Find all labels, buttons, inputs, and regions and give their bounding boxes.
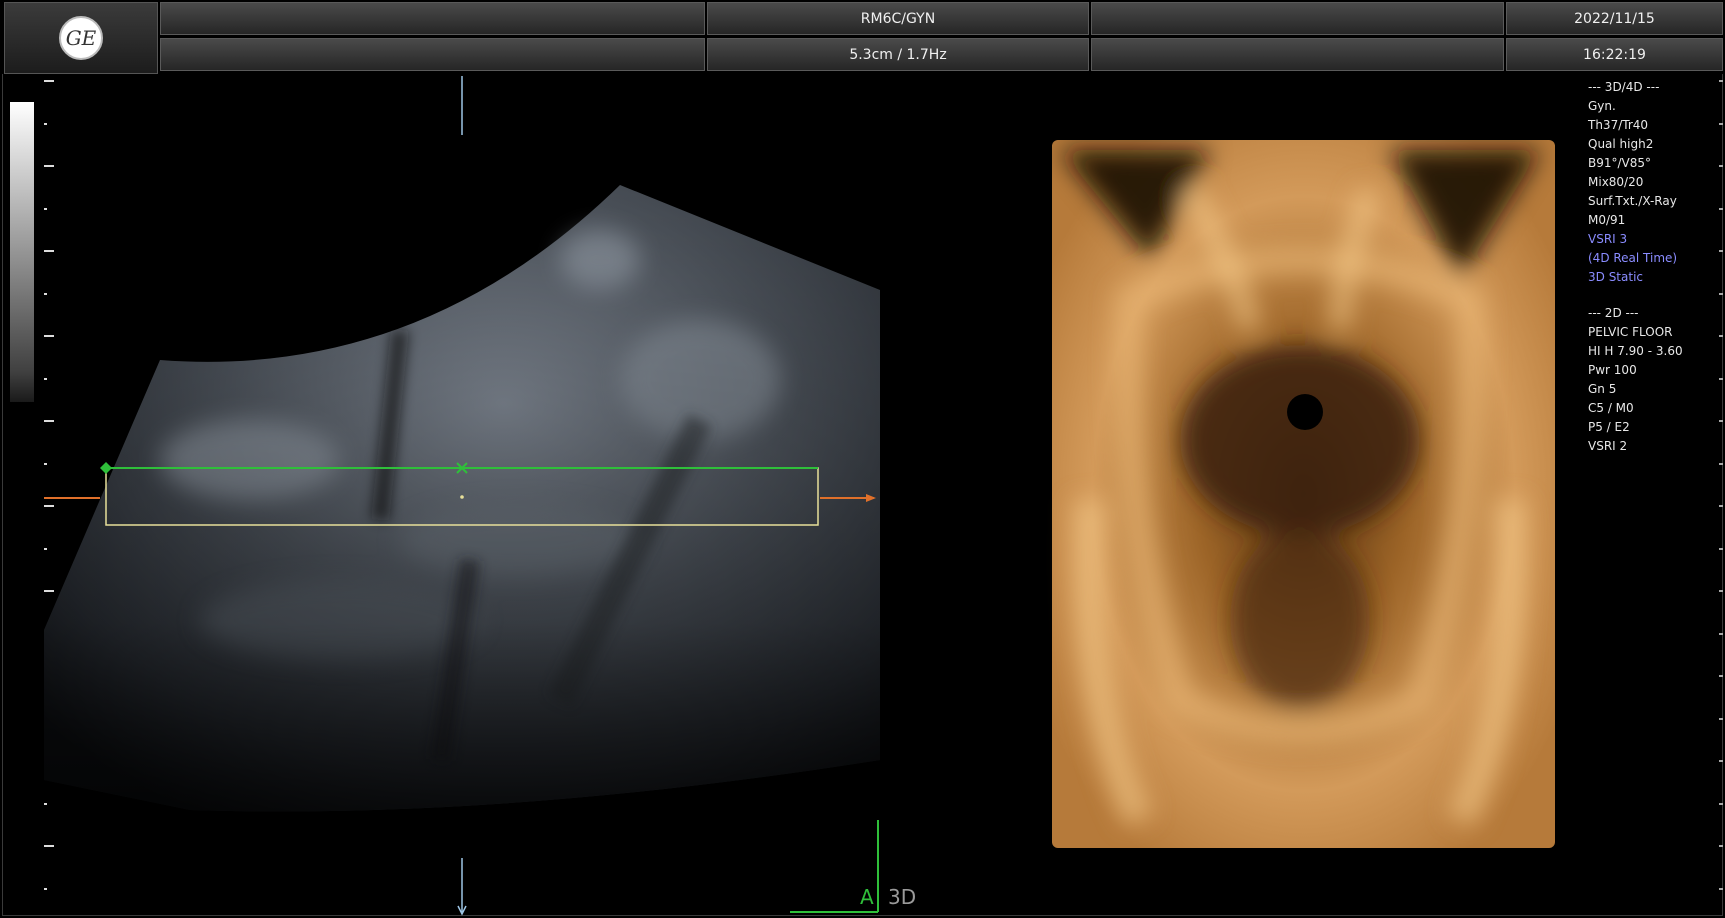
param-3d-line: Th37/Tr40 bbox=[1588, 118, 1649, 132]
params-2d-group: --- 2D --- PELVIC FLOOR HI H 7.90 - 3.60 Pw… bbox=[1588, 304, 1723, 456]
lumen-dark-spot bbox=[1287, 394, 1323, 430]
param-2d-line: HI H 7.90 - 3.60 bbox=[1588, 344, 1683, 358]
param-3d-line: M0/91 bbox=[1588, 213, 1626, 227]
param-3d-line: Surf.Txt./X-Ray bbox=[1588, 194, 1677, 208]
param-3d-line: (4D Real Time) bbox=[1588, 251, 1678, 265]
view-label-3d[interactable]: 3D bbox=[888, 885, 916, 909]
3d-rendering-image bbox=[1052, 140, 1555, 848]
view-label-a[interactable]: A bbox=[860, 885, 874, 909]
param-2d-line: Gn 5 bbox=[1588, 382, 1617, 396]
roi-center-dot bbox=[460, 495, 464, 499]
param-3d-line: Qual high2 bbox=[1588, 137, 1654, 151]
param-2d-line: --- 2D --- bbox=[1588, 306, 1639, 320]
param-2d-line: VSRI 2 bbox=[1588, 439, 1628, 453]
param-2d-line: PELVIC FLOOR bbox=[1588, 325, 1673, 339]
param-3d-line: Mix80/20 bbox=[1588, 175, 1644, 189]
param-3d-line: Gyn. bbox=[1588, 99, 1616, 113]
ultrasound-view[interactable] bbox=[0, 0, 1725, 918]
roi-handle-icon[interactable] bbox=[100, 462, 112, 474]
param-3d-line: 3D Static bbox=[1588, 270, 1644, 284]
param-3d-line: B91°/V85° bbox=[1588, 156, 1652, 170]
param-3d-line: VSRI 3 bbox=[1588, 232, 1628, 246]
parameter-panel: --- 3D/4D --- Gyn. Th37/Tr40 Qual high2 B91°… bbox=[1588, 78, 1723, 456]
param-2d-line: P5 / E2 bbox=[1588, 420, 1630, 434]
param-3d-line: --- 3D/4D --- bbox=[1588, 80, 1660, 94]
param-2d-line: C5 / M0 bbox=[1588, 401, 1634, 415]
params-3d4d-group: --- 3D/4D --- Gyn. Th37/Tr40 Qual high2 B91°… bbox=[1588, 78, 1723, 287]
param-2d-line: Pwr 100 bbox=[1588, 363, 1637, 377]
